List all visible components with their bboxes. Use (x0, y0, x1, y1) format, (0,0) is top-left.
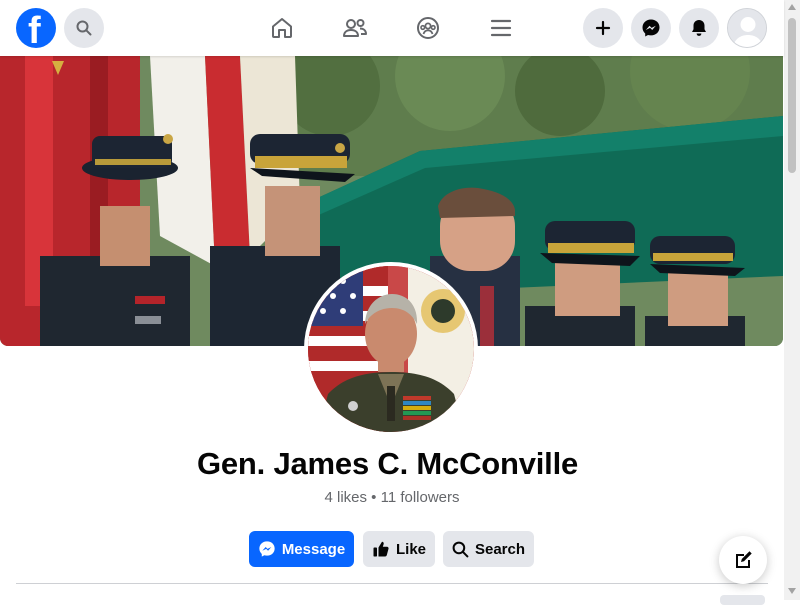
scroll-thumb[interactable] (788, 18, 796, 173)
profile-photo (308, 266, 474, 432)
create-button[interactable] (583, 8, 623, 48)
compose-icon (736, 551, 752, 568)
hamburger-menu-icon (490, 19, 512, 37)
home-icon (272, 18, 292, 38)
profile-photo-image (308, 266, 474, 432)
messenger-icon (259, 541, 275, 557)
scroll-up-arrow-icon[interactable] (788, 4, 796, 10)
nav-menu[interactable] (487, 14, 515, 42)
messenger-button[interactable] (631, 8, 671, 48)
account-avatar[interactable] (727, 8, 767, 48)
top-navigation-bar: f (0, 0, 784, 56)
search-icon (76, 20, 92, 36)
bell-icon (692, 20, 706, 36)
search-icon (452, 541, 469, 557)
page-search-button[interactable]: Search (443, 531, 534, 567)
friends-icon (343, 19, 367, 37)
page-scrollbar[interactable] (784, 0, 800, 600)
nav-home[interactable] (268, 14, 296, 42)
messenger-icon (642, 19, 660, 37)
likes-followers-count[interactable]: 4 likes • 11 followers (0, 489, 784, 506)
message-button[interactable]: Message (249, 531, 354, 567)
thumbs-up-icon (373, 541, 389, 557)
groups-icon (417, 17, 439, 39)
search-button-label: Search (474, 540, 526, 558)
like-button[interactable]: Like (363, 531, 435, 567)
facebook-logo-letter: f (28, 10, 41, 48)
more-tab-button[interactable] (720, 595, 765, 605)
search-button[interactable] (64, 8, 104, 48)
nav-groups[interactable] (414, 14, 442, 42)
plus-icon (595, 20, 611, 36)
avatar-placeholder-icon (728, 9, 766, 47)
scroll-down-arrow-icon[interactable] (788, 588, 796, 594)
message-button-label: Message (281, 540, 346, 558)
new-message-button[interactable] (719, 536, 767, 584)
notifications-button[interactable] (679, 8, 719, 48)
facebook-logo[interactable]: f (16, 8, 56, 48)
profile-divider (16, 583, 768, 584)
like-button-label: Like (395, 540, 426, 558)
profile-picture[interactable] (304, 262, 478, 436)
page-title: Gen. James C. McConville (196, 446, 579, 481)
nav-friends[interactable] (341, 14, 369, 42)
